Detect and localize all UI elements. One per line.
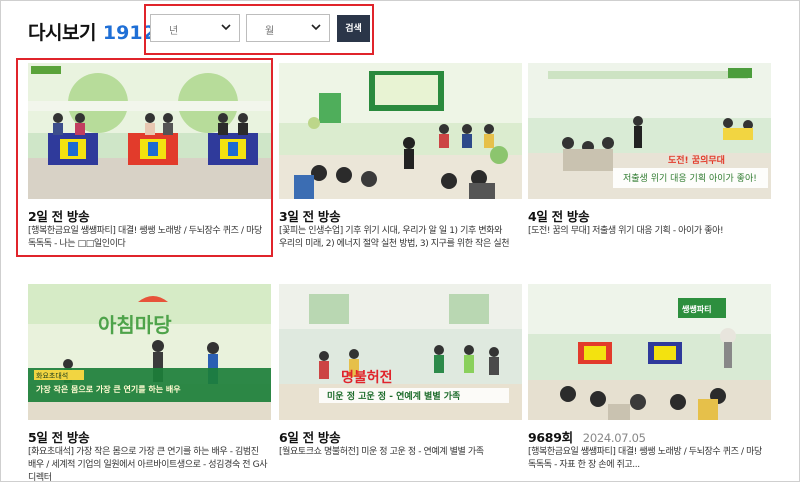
episode-description[interactable]: [화요초대석] 가장 작은 몸으로 가장 큰 연기를 하는 배우 - 김범진 배… [28,446,271,482]
episode-thumbnail[interactable] [28,63,271,199]
month-select-label: 월 [265,26,275,37]
search-button[interactable]: 검색 [337,15,370,42]
episode-description[interactable]: [월요토크쇼 명불허전] 미운 정 고운 정 - 연예계 별별 가족 [279,446,522,459]
thumb-caption-text: 가장 작은 몸으로 가장 큰 연기를 하는 배우 [36,384,181,394]
episode-air-date: 2024.07.05 [582,431,646,445]
episode-description[interactable]: [행복한금요일 쌩쌩파티] 대결! 쌩쌩 노래방 / 두뇌장수 퀴즈 / 마당 … [28,225,271,251]
talk-segment-label: 화요초대석 [36,371,68,380]
month-select[interactable]: 월 [246,14,330,42]
episode-description[interactable]: [도전! 꿈의 무대] 저출생 위기 대응 기획 - 아이가 좋아! [528,225,771,238]
studio-thumbnail-image: 저출생 위기 대응 기획 아이가 좋아! 도전! 꿈의무대 [528,63,771,199]
studio-thumbnail-image: 아침마당 화요초대석 가장 작은 몸으로 가장 큰 연기를 하는 배우 [28,284,271,420]
thumb-caption-text: 저출생 위기 대응 기획 아이가 좋아! [623,172,757,184]
episode-thumbnail[interactable] [279,63,522,199]
studio-thumbnail-image: 쌩쌩파티 [528,284,771,420]
chevron-down-icon [221,24,231,31]
episode-date[interactable]: 9689회 2024.07.05 [528,427,646,446]
episode-thumbnail[interactable]: 쌩쌩파티 [528,284,771,420]
morning-logo-text: 아침마당 [98,313,172,337]
chevron-down-icon [311,24,321,31]
episode-date[interactable]: 6일 전 방송 [279,427,341,446]
page-title: 다시보기 [28,22,96,44]
year-select-label: 년 [169,26,179,37]
studio-thumbnail-image [279,63,522,199]
myeongbul-logo-text: 명불허전 [341,369,393,386]
page-header: 다시보기 1912 [28,18,156,44]
year-select[interactable]: 년 [150,14,240,42]
episode-thumbnail[interactable]: 저출생 위기 대응 기획 아이가 좋아! 도전! 꿈의무대 [528,63,771,199]
sangsang-logo-text: 쌩쌩파티 [682,304,711,314]
episode-date[interactable]: 3일 전 방송 [279,206,341,225]
episode-date[interactable]: 2일 전 방송 [28,206,90,225]
episode-description[interactable]: [꽃피는 인생수업] 기후 위기 시대, 우리가 알 일 1) 기후 변화와 우… [279,225,522,251]
episode-number: 9689회 [528,430,573,445]
episode-thumbnail[interactable]: 아침마당 화요초대석 가장 작은 몸으로 가장 큰 연기를 하는 배우 [28,284,271,420]
episode-thumbnail[interactable]: 명불허전 미운 정 고운 정 - 연예계 별별 가족 [279,284,522,420]
studio-thumbnail-image: 명불허전 미운 정 고운 정 - 연예계 별별 가족 [279,284,522,420]
episode-date[interactable]: 5일 전 방송 [28,427,90,446]
episode-date[interactable]: 4일 전 방송 [528,206,590,225]
episode-description[interactable]: [행복한금요일 쌩쌩파티] 대결! 쌩쌩 노래방 / 두뇌장수 퀴즈 / 마당 … [528,446,771,472]
thumb-show-title: 도전! 꿈의무대 [668,154,725,166]
thumb-caption-text: 미운 정 고운 정 - 연예계 별별 가족 [327,390,460,402]
studio-thumbnail-image [28,63,271,199]
